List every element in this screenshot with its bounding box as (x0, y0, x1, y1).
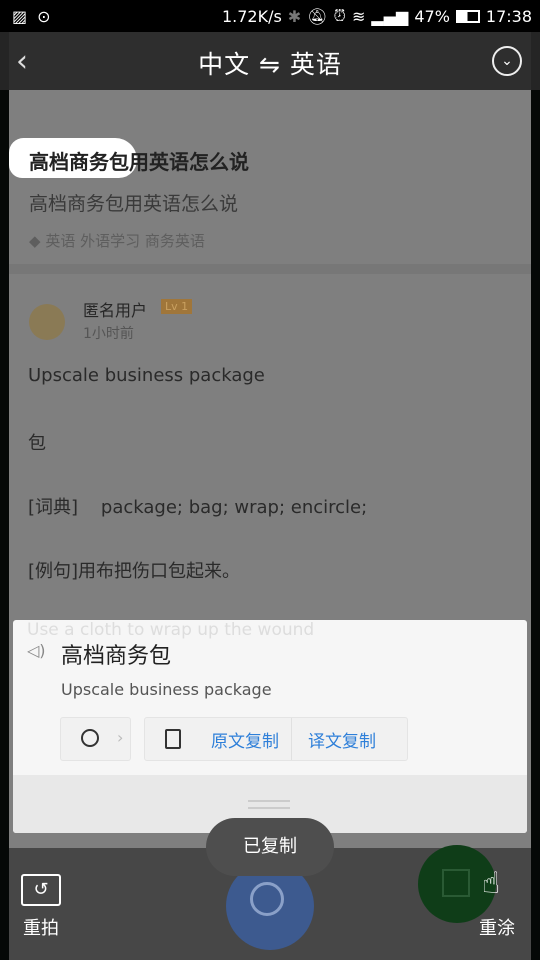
speaker-icon[interactable]: ◁) (27, 641, 46, 660)
lookup-button[interactable]: › (60, 717, 131, 761)
chevron-right-icon: › (117, 728, 124, 747)
wifi-icon: ≋ (352, 6, 366, 26)
repaint-button[interactable]: 重涂 (479, 914, 515, 940)
ghost-text: Use a cloth to wrap up the wound (27, 620, 315, 640)
signal-icon: ▂▄▆ (371, 6, 409, 26)
battery-icon (455, 9, 480, 23)
search-icon (81, 729, 99, 747)
drag-handle[interactable] (248, 800, 290, 809)
user-name: 匿名用户 (83, 301, 148, 320)
avatar (29, 304, 65, 340)
level-badge: Lv 1 (161, 299, 193, 314)
image-icon: ▨ (12, 7, 28, 26)
copy-translation-button[interactable]: 译文复制 (308, 727, 376, 752)
battery-level: 47% (414, 6, 450, 26)
tags-text: 英语 外语学习 商务英语 (45, 232, 205, 250)
status-bar: ▨ ⊙ 1.72K/s ✱ 🔕︎ ⏰︎ ≋ ▂▄▆ 47% 17:38 (0, 0, 540, 32)
answer-line: [例句]用布把伤口包起来。 (28, 561, 241, 582)
answer-line: Upscale business package (28, 365, 265, 386)
translation-card: Use a cloth to wrap up the wound ◁) 高档商务… (13, 620, 527, 833)
divider (9, 264, 531, 274)
answer-line: 包 (28, 433, 46, 454)
copy-actions: 原文复制 译文复制 (144, 717, 408, 761)
mute-icon: 🔕︎ (307, 6, 328, 26)
divider (291, 718, 292, 760)
retake-camera-icon[interactable]: ↺ (21, 874, 61, 906)
toast: 已复制 (206, 818, 334, 876)
alarm-icon: ⏰︎ (333, 6, 346, 25)
search-icon (250, 882, 284, 916)
question-subtitle: 高档商务包用英语怎么说 (29, 193, 239, 215)
answer-time: 1小时前 (83, 326, 134, 342)
translate-header: ‹ 中文 ⇋ 英语 ⌄ (0, 32, 540, 90)
chevron-down-circle-icon[interactable]: ⌄ (492, 46, 522, 76)
copy-source-button[interactable]: 原文复制 (211, 727, 279, 752)
source-text: 高档商务包 (61, 644, 172, 669)
bluetooth-icon: ✱ (287, 6, 302, 26)
more-circle-icon: ⊙ (37, 7, 51, 26)
question-title: 高档商务包用英语怎么说 (29, 150, 249, 174)
edit-icon (442, 869, 470, 897)
clock: 17:38 (485, 6, 532, 26)
network-speed: 1.72K/s (221, 6, 282, 26)
retake-button[interactable]: 重拍 (23, 914, 59, 940)
answer-line: [词典] package; bag; wrap; encircle; (28, 497, 368, 518)
tag-icon: ◆ (29, 232, 46, 250)
hand-pointer-icon[interactable]: ☝︎ (482, 866, 500, 901)
translation-text: Upscale business package (61, 680, 272, 699)
language-switch[interactable]: 中文 ⇋ 英语 (0, 45, 540, 81)
copy-icon (165, 729, 181, 749)
question-tags: ◆ 英语 外语学习 商务英语 (29, 230, 205, 251)
